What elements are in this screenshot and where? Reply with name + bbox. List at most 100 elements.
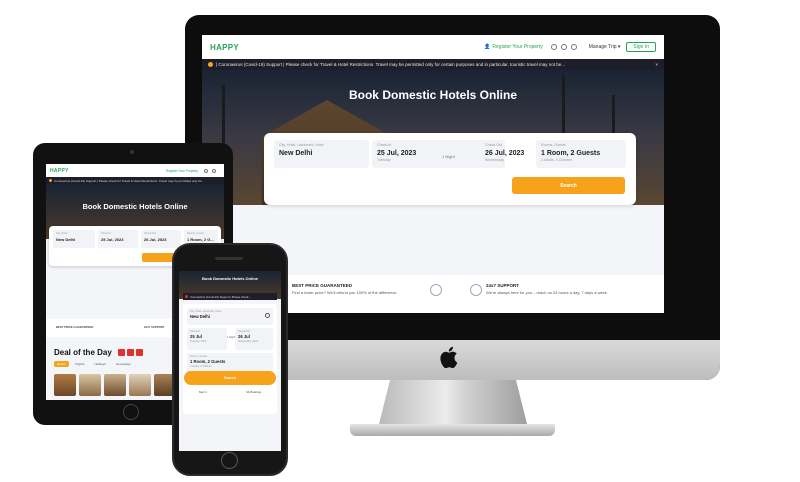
apple-logo-icon <box>440 346 458 368</box>
hero-title: Book Domestic Hotels Online <box>82 202 188 211</box>
deal-card-image[interactable] <box>104 374 126 396</box>
checkin-day: Tuesday, 2023 <box>190 340 207 343</box>
iphone-home-button <box>221 452 238 469</box>
city-value: New Delhi <box>190 314 211 319</box>
hotel-search-card: City, Hotel, Landmark, Hotel New Delhi C… <box>264 133 636 205</box>
rooms-label: Rooms, Guests <box>187 232 205 235</box>
guests-breakdown: 2 Adults, 0 Children <box>190 365 212 368</box>
ipad-camera <box>130 150 134 154</box>
rooms-value: 1 Room, 2 Guests <box>541 150 601 157</box>
rooms-label: Rooms, Guests <box>190 355 208 358</box>
city-field[interactable]: City, Hotel, Landmark, Hotel New Delhi <box>274 140 369 168</box>
nights-count: 1 Night <box>442 154 455 159</box>
feature-title: BEST PRICE GUARANTEED <box>292 283 353 288</box>
tab-holidays[interactable]: Holidays <box>91 361 109 367</box>
warning-icon <box>208 62 213 67</box>
imac-stand-neck <box>378 380 528 428</box>
wallet-icon[interactable] <box>560 44 567 50</box>
support-icon[interactable] <box>212 168 216 173</box>
checkout-label: Check-Out <box>238 330 250 333</box>
tab-flights[interactable]: Flights <box>73 361 88 367</box>
signin-link[interactable]: Sign In <box>199 391 207 394</box>
city-label: City, Hotel, Landmark, Hotel <box>190 310 222 313</box>
countdown-hours <box>118 349 125 356</box>
support-feature: 24x7 SUPPORT We're always here for you –… <box>486 283 607 295</box>
register-property-link[interactable]: 👤 Register Your Property <box>484 44 543 50</box>
countdown-seconds <box>136 349 143 356</box>
search-button[interactable]: Search <box>512 177 625 194</box>
checkin-label: Check-In <box>190 330 201 333</box>
checkin-value: 25 Jul, 2023 <box>101 236 124 242</box>
checkout-field[interactable]: Check-Out 26 Jul, 2023 Wednesday <box>480 140 535 168</box>
feature-text: Find a lower price? We'll refund you 100… <box>292 290 397 295</box>
phone-footer-links: Sign In My Bookings <box>179 391 281 394</box>
my-bookings-link[interactable]: My Bookings <box>246 391 261 394</box>
rooms-guests-field[interactable]: Rooms, Guests 1 Room, 2 Guests 2 Adults,… <box>187 353 273 373</box>
imac-stand-foot <box>350 424 555 436</box>
deal-cards <box>54 374 176 396</box>
deal-card-image[interactable] <box>79 374 101 396</box>
city-field[interactable]: City, Hotel New Delhi <box>53 230 95 248</box>
deal-card-image[interactable] <box>129 374 151 396</box>
covid-notice-bar: Coronavirus (Covid-19) Support | Please … <box>46 177 224 184</box>
covid-notice-bar: | Coronavirus (Covid-19) Support | Pleas… <box>202 59 664 70</box>
feature-text: We're always here for you – reach us 24 … <box>486 290 607 295</box>
rooms-value: 1 Room, 2 Guests <box>190 359 226 364</box>
brand-logo[interactable]: HAPPY <box>210 43 239 52</box>
warning-icon <box>49 179 52 182</box>
city-label: City, Hotel, Landmark, Hotel <box>279 143 324 147</box>
city-field[interactable]: City, Hotel, Landmark, Hotel New Delhi <box>187 308 273 325</box>
rooms-label: Rooms, Guests <box>541 143 566 147</box>
search-button[interactable]: Search <box>184 371 276 385</box>
device-mockup-stage: HAPPY 👤 Register Your Property Manage Tr… <box>0 0 800 482</box>
rooms-guests-field[interactable]: Rooms, Guests 1 Room, 2 Guests 2 Adults,… <box>536 140 626 168</box>
city-label: City, Hotel <box>56 232 68 235</box>
checkout-label: Check-Out <box>485 143 503 147</box>
desktop-header: HAPPY 👤 Register Your Property Manage Tr… <box>202 35 664 59</box>
hotel-search-card: City, Hotel, Landmark, Hotel New Delhi C… <box>183 304 277 414</box>
brand-logo[interactable]: HAPPY <box>50 168 69 174</box>
best-price-feature: BEST PRICE GUARANTEED Find a lower price… <box>292 283 396 295</box>
user-icon: 👤 <box>484 44 491 50</box>
tab-homestays[interactable]: Homestays <box>113 361 134 367</box>
notice-text: | Coronavirus (Covid-19) Support | Pleas… <box>216 62 565 67</box>
deal-of-the-day-title: Deal of the Day <box>54 348 112 357</box>
checkout-value: 26 Jul <box>238 334 250 339</box>
rooms-value: 1 Room, 2 G... <box>187 236 214 242</box>
feature-title: 24x7 SUPPORT <box>144 325 165 329</box>
location-target-icon[interactable] <box>265 313 270 318</box>
tablet-header: HAPPY Register Your Property <box>46 164 224 177</box>
language-icon[interactable] <box>550 44 557 50</box>
support-headset-icon <box>470 284 482 296</box>
tab-hotels[interactable]: Hotels <box>54 361 69 367</box>
register-property-link[interactable]: Register Your Property <box>166 169 198 173</box>
close-icon[interactable]: × <box>655 62 658 67</box>
signin-button[interactable]: Sign In <box>626 42 656 52</box>
manage-trip-menu[interactable]: Manage Trip ▾ <box>589 44 621 50</box>
deal-card-image[interactable] <box>54 374 76 396</box>
notice-text: Coronavirus (Covid-19) Support | Please … <box>54 178 205 183</box>
covid-notice-bar: Coronavirus (Covid-19) Support | Please … <box>183 293 277 300</box>
guests-breakdown: 2 Adults, 0 Children <box>541 158 573 162</box>
nights-count: 1 Night <box>227 336 236 339</box>
city-value: New Delhi <box>56 236 76 242</box>
iphone-speaker <box>215 257 243 260</box>
checkout-value: 26 Jul, 2023 <box>144 236 167 242</box>
checkin-field[interactable]: Check-In 25 Jul, 2023 <box>98 230 138 248</box>
checkout-value: 26 Jul, 2023 <box>485 150 525 157</box>
language-icon[interactable] <box>204 168 208 173</box>
checkout-day: Wednesday <box>485 158 504 162</box>
checkin-value: 25 Jul <box>190 334 202 339</box>
city-value: New Delhi <box>279 150 313 157</box>
checkout-field[interactable]: Check-Out 26 Jul Wednesday, 2023 <box>235 328 273 350</box>
checkout-field[interactable]: Check-Out 26 Jul, 2023 <box>141 230 181 248</box>
support-icon[interactable] <box>570 44 577 50</box>
register-property-label: Register Your Property <box>492 44 543 50</box>
feature-title: 24x7 SUPPORT <box>486 283 520 288</box>
deal-tabs: Hotels Flights Holidays Homestays <box>54 361 134 367</box>
warning-icon <box>185 295 188 298</box>
countdown-minutes <box>127 349 134 356</box>
checkout-label: Check-Out <box>144 232 156 235</box>
checkin-field[interactable]: Check-In 25 Jul Tuesday, 2023 <box>187 328 227 350</box>
checkin-label: Check-In <box>101 232 112 235</box>
